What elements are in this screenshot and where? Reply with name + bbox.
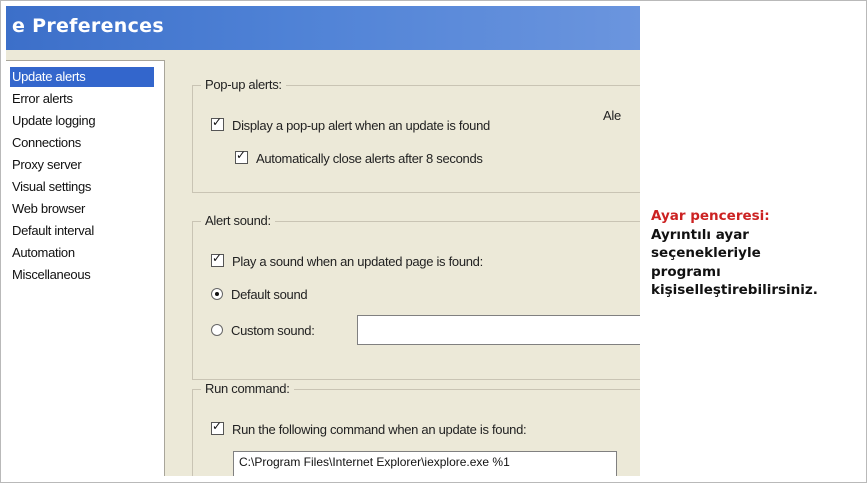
popup-alerts-group: Pop-up alerts: ✓ Display a pop-up alert w…: [192, 77, 640, 193]
play-sound-checkbox[interactable]: ✓: [211, 251, 224, 267]
auto-close-label: Automatically close alerts after 8 secon…: [256, 151, 483, 166]
popup-alerts-title: Pop-up alerts:: [201, 77, 286, 92]
default-sound-radio[interactable]: [211, 288, 223, 300]
play-sound-label: Play a sound when an updated page is fou…: [232, 254, 483, 269]
figure-caption: Ayar penceresi: Ayrıntılı ayar seçenekle…: [651, 207, 863, 300]
settings-panel: Pop-up alerts: ✓ Display a pop-up alert w…: [174, 60, 640, 476]
sidebar-item-proxy-server[interactable]: Proxy server: [10, 155, 83, 175]
checkmark-icon: ✓: [236, 148, 246, 162]
category-list[interactable]: Update alerts Error alerts Update loggin…: [6, 60, 165, 476]
preferences-window: e Preferences Update alerts Error alerts…: [6, 6, 640, 476]
caption-line: seçenekleriyle: [651, 245, 761, 261]
sidebar-item-web-browser[interactable]: Web browser: [10, 199, 87, 219]
sidebar-item-error-alerts[interactable]: Error alerts: [10, 89, 75, 109]
caption-line: programı: [651, 263, 721, 280]
run-command-option[interactable]: ✓ Run the following command when an updat…: [211, 419, 527, 437]
sidebar-item-automation[interactable]: Automation: [10, 243, 77, 263]
run-command-title: Run command:: [201, 381, 294, 396]
auto-close-option[interactable]: ✓ Automatically close alerts after 8 seco…: [235, 148, 483, 166]
run-command-checkbox[interactable]: ✓: [211, 419, 224, 435]
command-path-input[interactable]: C:\Program Files\Internet Explorer\iexpl…: [233, 451, 617, 476]
default-sound-label: Default sound: [231, 287, 308, 302]
sidebar-item-default-interval[interactable]: Default interval: [10, 221, 96, 241]
radio-selected-icon: [215, 292, 219, 296]
caption-line: kişiselleştirebilirsiniz.: [651, 282, 818, 298]
play-sound-option[interactable]: ✓ Play a sound when an updated page is fo…: [211, 251, 483, 269]
sidebar-item-update-logging[interactable]: Update logging: [10, 111, 97, 131]
run-command-label: Run the following command when an update…: [232, 422, 527, 437]
custom-sound-label: Custom sound:: [231, 323, 315, 338]
run-command-group: Run command: ✓ Run the following command …: [192, 381, 640, 476]
alert-sound-title: Alert sound:: [201, 213, 275, 228]
default-sound-option[interactable]: Default sound: [211, 287, 308, 302]
checkmark-icon: ✓: [212, 115, 222, 129]
custom-sound-path-input[interactable]: [357, 315, 640, 345]
custom-sound-radio[interactable]: [211, 324, 223, 336]
window-title: e Preferences: [12, 15, 164, 37]
sidebar-item-update-alerts[interactable]: Update alerts: [10, 67, 154, 87]
caption-line: Ayrıntılı ayar: [651, 226, 749, 243]
sidebar-item-visual-settings[interactable]: Visual settings: [10, 177, 93, 197]
display-popup-option[interactable]: ✓ Display a pop-up alert when an update i…: [211, 115, 490, 133]
checkmark-icon: ✓: [212, 251, 222, 265]
checkmark-icon: ✓: [212, 419, 222, 433]
display-popup-checkbox[interactable]: ✓: [211, 115, 224, 131]
auto-close-checkbox[interactable]: ✓: [235, 148, 248, 164]
sidebar-item-miscellaneous[interactable]: Miscellaneous: [10, 265, 92, 285]
display-popup-label: Display a pop-up alert when an update is…: [232, 118, 490, 133]
title-bar[interactable]: e Preferences: [6, 6, 640, 50]
caption-heading: Ayar penceresi:: [651, 208, 770, 224]
custom-sound-option[interactable]: Custom sound:: [211, 323, 315, 338]
alerts-side-label: Ale: [603, 108, 621, 123]
sidebar-item-connections[interactable]: Connections: [10, 133, 83, 153]
alert-sound-group: Alert sound: ✓ Play a sound when an updat…: [192, 213, 640, 380]
